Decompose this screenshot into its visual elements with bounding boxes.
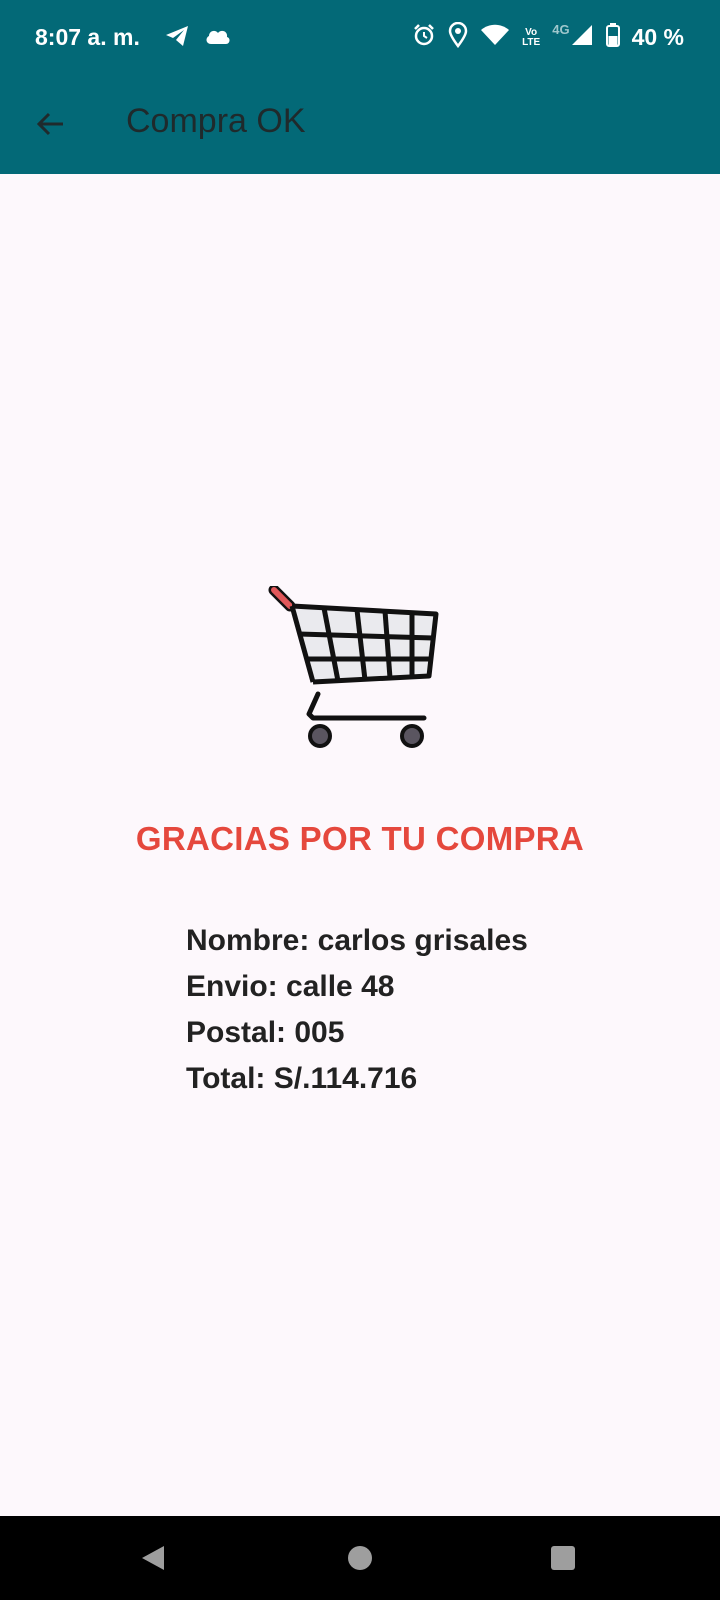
arrow-back-icon — [36, 112, 63, 136]
wifi-icon — [480, 24, 510, 51]
detail-name: Nombre: carlos grisales — [186, 924, 528, 957]
battery-icon — [605, 23, 620, 52]
back-button[interactable] — [26, 100, 74, 148]
thanks-message: GRACIAS POR TU COMPRA — [135, 820, 585, 857]
cloud-icon — [204, 26, 232, 51]
detail-shipping: Envio: calle 48 — [186, 970, 395, 1003]
nav-back-button[interactable] — [131, 1536, 175, 1580]
order-details: Nombre: carlos grisales Envio: calle 48 … — [186, 918, 528, 1102]
network-type: 4G — [552, 22, 570, 37]
back-triangle-icon — [142, 1546, 164, 1570]
volte-icon: Vo LTE — [522, 26, 541, 48]
home-circle-icon — [348, 1546, 372, 1570]
status-bar: 8:07 a. m. Vo LTE 4G 40 % — [0, 0, 720, 78]
nav-recents-button[interactable] — [541, 1536, 585, 1580]
nav-home-button[interactable] — [338, 1536, 382, 1580]
signal-icon — [570, 23, 594, 52]
shopping-cart-icon — [268, 584, 448, 764]
telegram-icon — [164, 24, 190, 53]
detail-total: Total: S/.114.716 — [186, 1062, 418, 1095]
alarm-icon — [412, 23, 436, 52]
recents-square-icon — [551, 1546, 575, 1570]
battery-percent: 40 % — [631, 24, 684, 50]
page-title: Compra OK — [126, 102, 306, 140]
app-bar: Compra OK — [0, 78, 720, 174]
detail-postal: Postal: 005 — [186, 1016, 345, 1049]
system-nav-bar — [0, 1516, 720, 1600]
status-time: 8:07 a. m. — [35, 24, 140, 50]
location-icon — [448, 21, 468, 53]
